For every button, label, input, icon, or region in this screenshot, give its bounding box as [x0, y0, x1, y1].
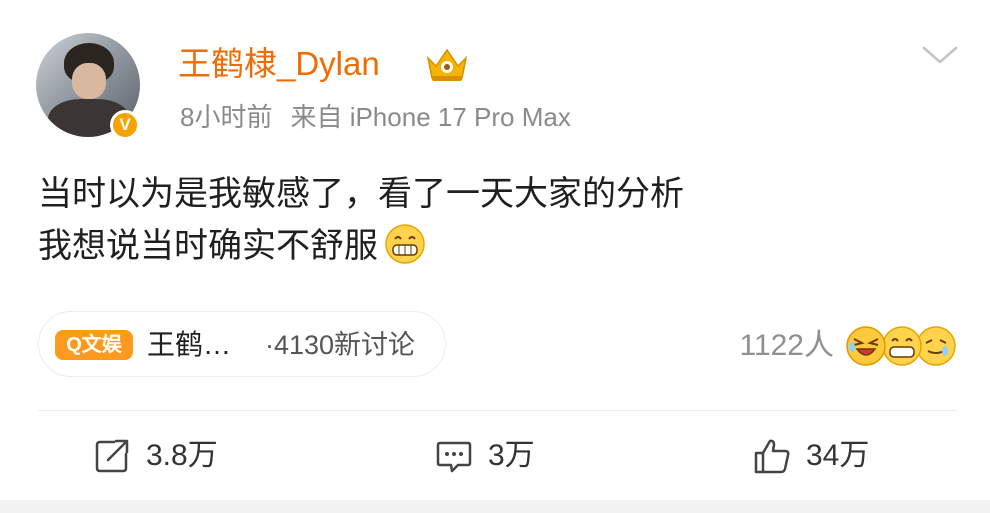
comment-count: 3万	[488, 439, 535, 472]
like-icon	[754, 439, 790, 474]
content-line-2: 我想说当时确实不舒服	[38, 227, 378, 265]
topic-tag: Q文娱	[55, 330, 133, 360]
tearful-laugh-emoji-icon	[846, 326, 886, 366]
reaction-stack[interactable]	[845, 325, 957, 367]
crown-icon	[426, 48, 468, 81]
topic-count: ·4130新讨论	[265, 330, 416, 360]
post-source: 来自 iPhone 17 Pro Max	[290, 102, 571, 132]
topic-title: 王鹤…	[147, 329, 232, 360]
grin-emoji-icon	[385, 224, 425, 264]
repost-count: 3.8万	[146, 439, 218, 472]
post-time: 8小时前	[180, 102, 273, 132]
like-count: 34万	[806, 439, 870, 472]
bottom-band	[0, 500, 990, 513]
reaction-count[interactable]: 1122人	[739, 326, 834, 366]
username[interactable]: 王鹤棣_Dylan	[178, 42, 380, 86]
verified-badge: V	[110, 110, 140, 140]
post-meta: 8小时前 来自 iPhone 17 Pro Max	[180, 99, 571, 135]
comment-button[interactable]: 3万	[434, 432, 535, 480]
repost-button[interactable]: 3.8万	[92, 432, 218, 480]
content-line-1: 当时以为是我敏感了，看了一天大家的分析	[38, 175, 684, 213]
like-button[interactable]: 34万	[752, 432, 869, 480]
comment-icon	[436, 441, 472, 473]
grin-emoji-icon	[882, 326, 922, 366]
repost-icon	[95, 439, 129, 473]
topic-pill[interactable]: Q文娱 王鹤… ·4130新讨论	[38, 311, 446, 377]
chevron-down-icon[interactable]	[918, 40, 962, 70]
divider	[38, 410, 956, 411]
post-content: 当时以为是我敏感了，看了一天大家的分析 我想说当时确实不舒服	[38, 168, 684, 272]
